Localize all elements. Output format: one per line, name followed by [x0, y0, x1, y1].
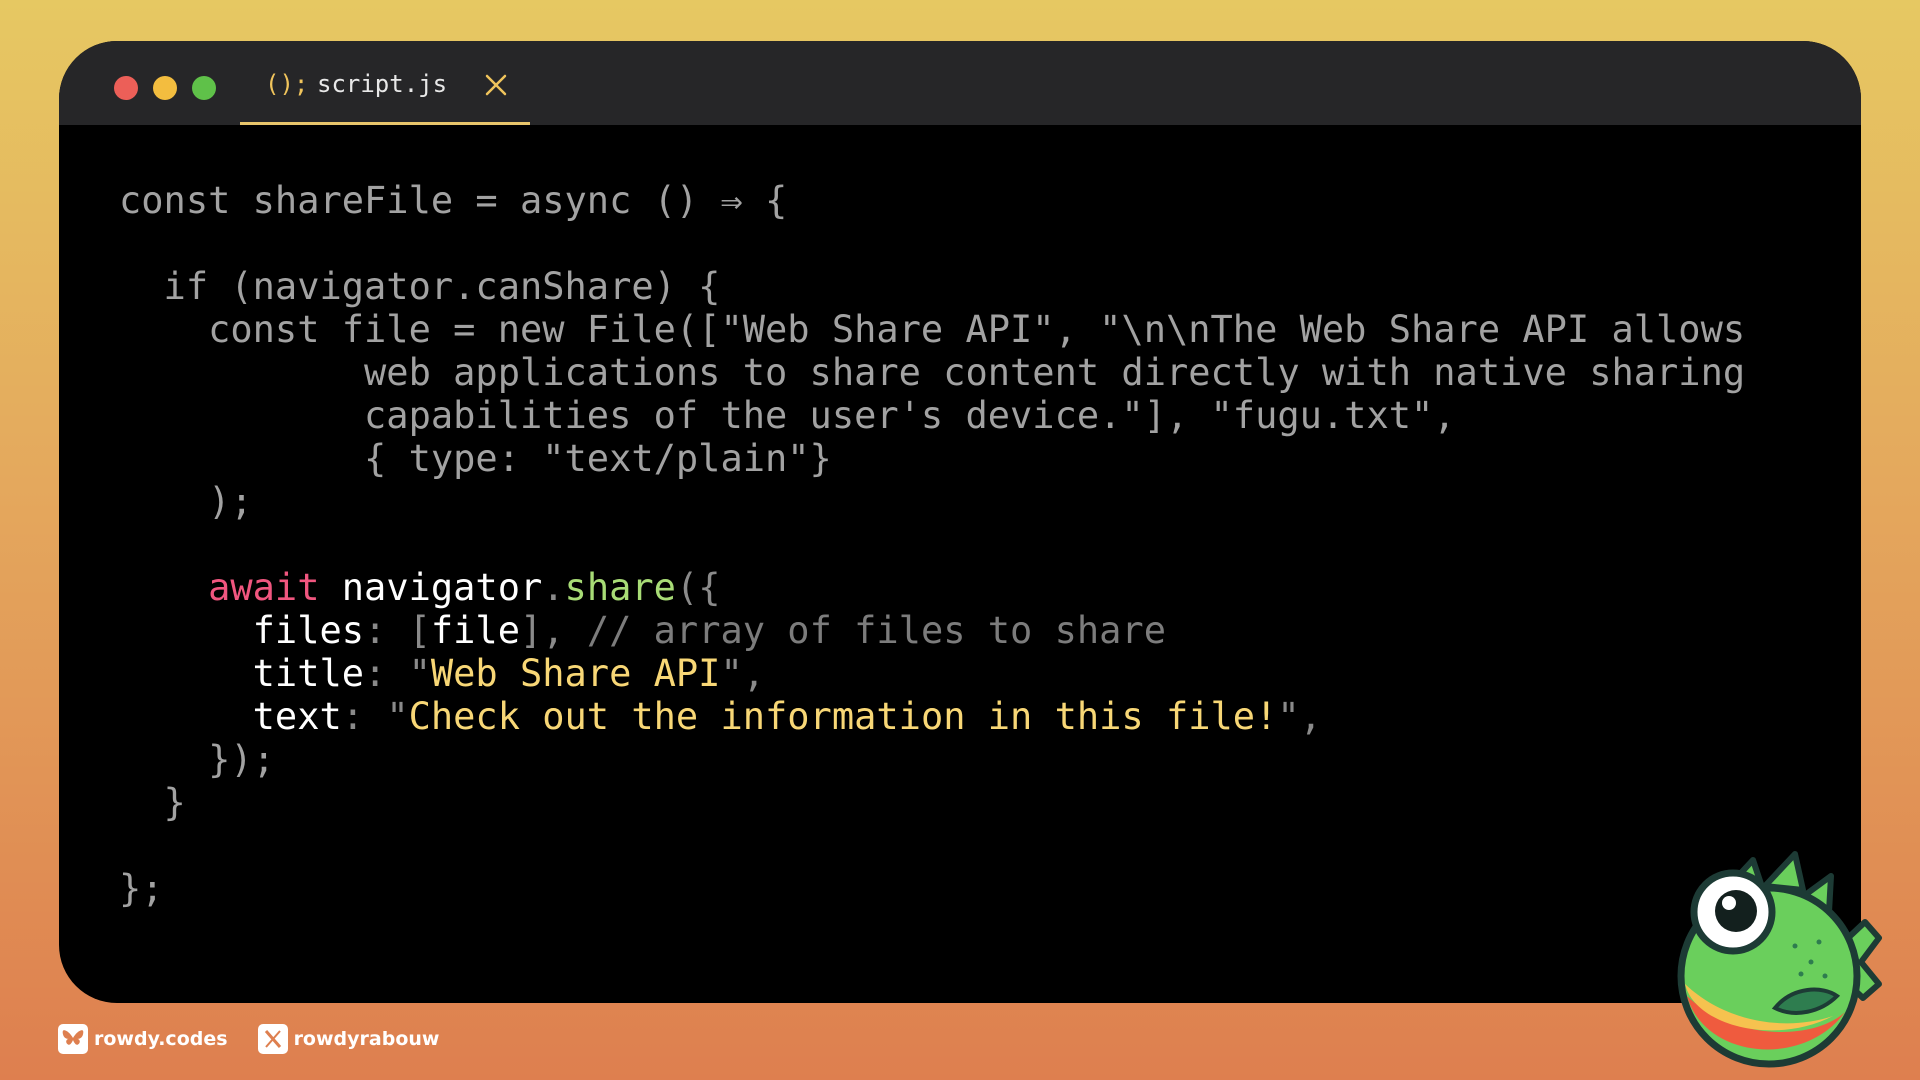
code-line: const file = new File(["Web Share API", … [119, 308, 1745, 351]
code-token: const file = new File(["Web Share API", … [119, 308, 1746, 351]
social-footer: rowdy.codes rowdyrabouw [58, 1023, 469, 1055]
code-token: if (navigator.canShare) { [119, 265, 721, 308]
code-line: }; [119, 867, 1745, 910]
code-line: const shareFile = async () ⇒ { [119, 179, 1745, 222]
code-line: }); [119, 738, 1745, 781]
code-line: capabilities of the user's device."], "f… [119, 394, 1745, 437]
editor-window: (); script.js const shareFile = async ()… [59, 41, 1861, 1003]
minimize-window-button[interactable] [153, 76, 177, 100]
code-token: : [ [364, 609, 431, 652]
code-token: // array of files to share [586, 609, 1166, 652]
close-window-button[interactable] [114, 76, 138, 100]
tab-script-js[interactable]: (); script.js [240, 41, 530, 125]
code-token: ], [519, 609, 587, 652]
code-token: ", [1277, 695, 1322, 738]
code-line: } [119, 781, 1745, 824]
code-token: Check out the information in this file! [408, 695, 1278, 738]
pufferfish-mascot [1677, 851, 1882, 1068]
code-token: text [252, 695, 342, 738]
code-token: share [564, 566, 676, 609]
code-token: { type: "text/plain"} [119, 437, 832, 480]
code-token: ", [720, 652, 766, 695]
code-token: navigator [341, 566, 543, 609]
code-token: await [208, 566, 320, 609]
close-icon[interactable] [484, 73, 508, 97]
code-token: capabilities of the user's device."], "f… [119, 394, 1456, 437]
bluesky-icon [58, 1024, 88, 1054]
bluesky-link[interactable]: rowdy.codes [58, 1024, 228, 1054]
code-token: Web Share API [430, 652, 721, 695]
code-line: { type: "text/plain"} [119, 437, 1745, 480]
tab-label: script.js [317, 70, 448, 98]
code-token: . [542, 566, 565, 609]
code-token: }); [119, 738, 275, 781]
title-bar: (); script.js [59, 41, 1861, 125]
code-token: : " [341, 695, 409, 738]
code-line: ); [119, 480, 1745, 523]
x-link[interactable]: rowdyrabouw [257, 1024, 440, 1054]
code-token: title [252, 652, 365, 695]
js-file-icon: (); [265, 70, 309, 98]
code-token: files [252, 609, 365, 652]
code-token: } [119, 781, 186, 824]
x-handle: rowdyrabouw [293, 1028, 440, 1050]
code-token: : " [364, 652, 431, 695]
code-token: ({ [675, 566, 721, 609]
code-token: ); [119, 480, 253, 523]
code-line: web applications to share content direct… [119, 351, 1745, 394]
code-line: title: "Web Share API", [119, 652, 1745, 695]
bluesky-handle: rowdy.codes [94, 1028, 228, 1050]
code-editor[interactable]: const shareFile = async () ⇒ { if (navig… [119, 179, 1745, 910]
code-line: files: [file], // array of files to shar… [119, 609, 1745, 652]
code-token: }; [119, 867, 164, 910]
code-line: if (navigator.canShare) { [119, 265, 1745, 308]
x-logo-icon [257, 1024, 288, 1054]
code-token: file [430, 609, 520, 652]
code-token: web applications to share content direct… [119, 351, 1746, 394]
maximize-window-button[interactable] [192, 76, 216, 100]
code-line: text: "Check out the information in this… [119, 695, 1745, 738]
code-line: await navigator.share({ [119, 566, 1745, 609]
code-token: const shareFile = async () ⇒ { [119, 179, 788, 222]
